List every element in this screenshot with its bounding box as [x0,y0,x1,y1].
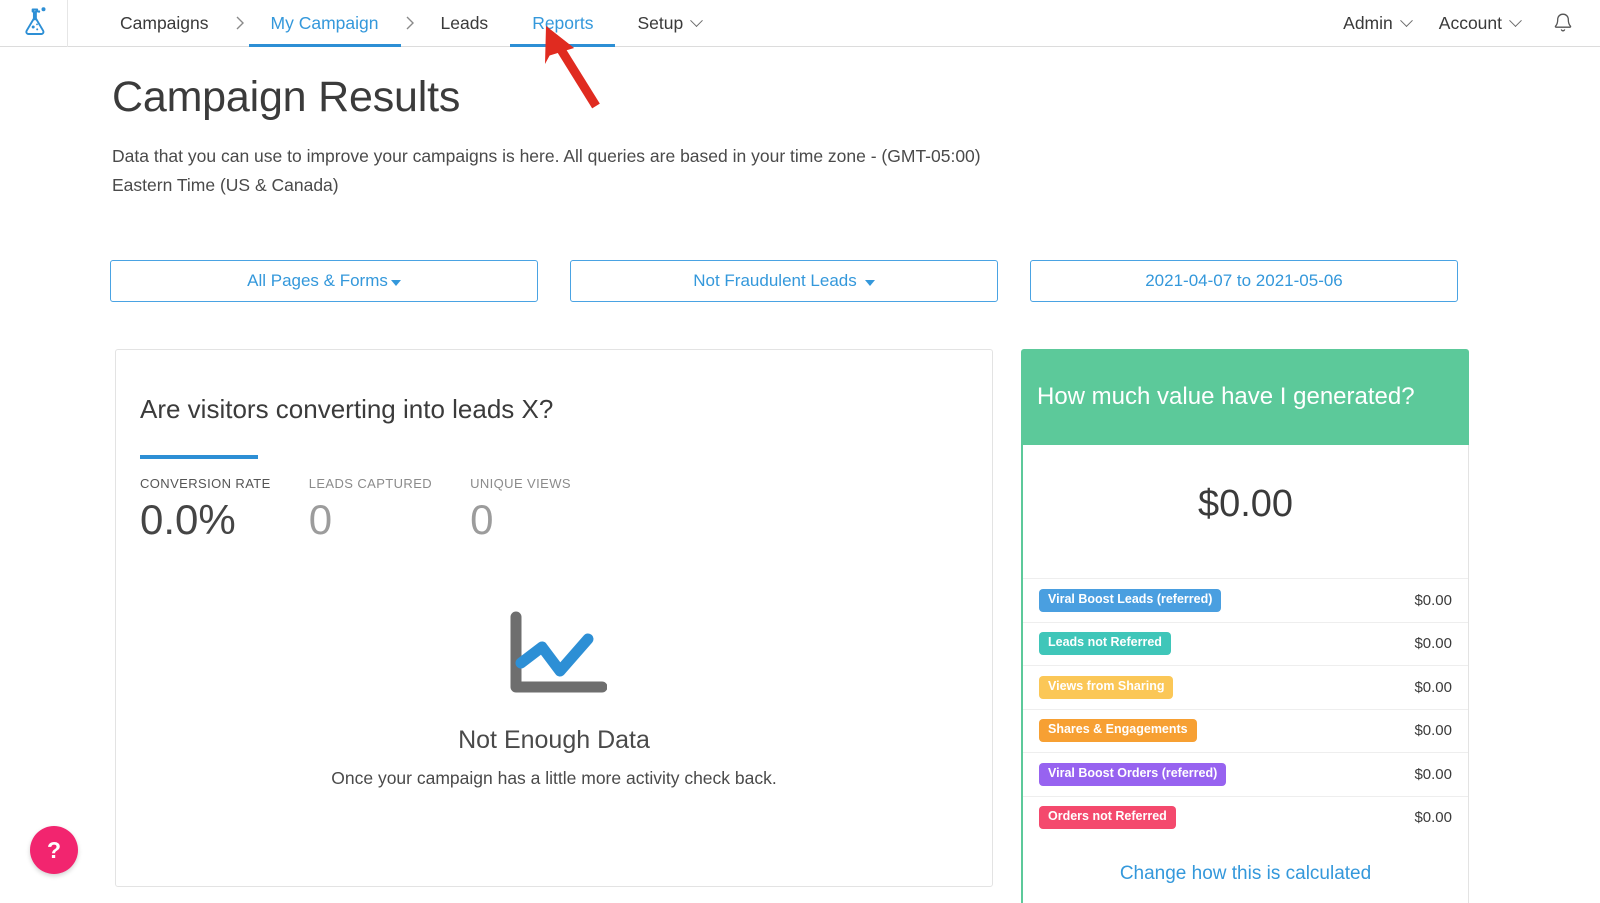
metric-value: 0 [308,496,333,543]
nav-item-label: Leads [440,12,489,33]
line-chart-icon [502,609,607,706]
nav-item-label: Reports [532,12,594,33]
beaker-flask-icon [19,5,49,42]
top-nav-right-group: Admin Account [1329,0,1600,46]
page-body: Campaign Results Data that you can use t… [0,73,1600,903]
nav-item-setup[interactable]: Setup [615,0,723,46]
page-title: Campaign Results [112,73,461,121]
nav-item-label: Campaigns [120,12,209,33]
value-row[interactable]: Leads not Referred $0.00 [1023,621,1468,666]
status-badge: Orders not Referred [1039,806,1176,830]
chevron-down-icon [1509,13,1522,27]
row-amount: $0.00 [1414,722,1452,740]
active-metric-indicator [140,455,258,459]
value-card-header: How much value have I generated? [1021,349,1469,445]
metric-label: UNIQUE VIEWS [470,476,571,491]
nav-item-label: Account [1438,12,1502,33]
metric-conversion-rate[interactable]: CONVERSION RATE 0.0% [140,476,271,547]
app-logo[interactable] [0,0,68,47]
metric-label: LEADS CAPTURED [308,476,433,491]
filter-label: Not Fraudulent Leads [693,271,857,290]
metric-label: CONVERSION RATE [140,476,271,491]
nav-item-reports[interactable]: Reports [510,0,616,47]
row-amount: $0.00 [1414,591,1452,609]
caret-down-icon [390,280,401,286]
filter-label: 2021-04-07 to 2021-05-06 [1145,271,1343,290]
notification-bell-icon[interactable] [1552,11,1574,35]
value-row[interactable]: Shares & Engagements $0.00 [1023,708,1468,753]
chevron-down-icon [690,13,704,27]
nav-item-label: My Campaign [270,12,379,33]
nav-item-admin[interactable]: Admin [1329,13,1425,34]
empty-state-title: Not Enough Data [458,726,650,754]
row-amount: $0.00 [1414,678,1452,696]
nav-item-label: Admin [1343,12,1393,33]
filter-button-row: All Pages & Forms Not Fraudulent Leads 2… [110,260,1600,302]
empty-state: Not Enough Data Once your campaign has a… [116,609,992,789]
metric-unique-views[interactable]: UNIQUE VIEWS 0 [470,476,571,547]
value-card-body: $0.00 Viral Boost Leads (referred) $0.00… [1021,445,1469,903]
value-card-title: How much value have I generated? [1037,383,1415,410]
nav-item-campaigns[interactable]: Campaigns [98,0,231,46]
conversion-card: Are visitors converting into leads X? CO… [115,349,993,887]
filter-label: All Pages & Forms [247,271,388,290]
total-value-amount: $0.00 [1197,483,1294,525]
value-generated-card: How much value have I generated? $0.00 V… [1021,349,1469,903]
page-description: Data that you can use to improve your ca… [112,146,981,195]
status-badge: Shares & Engagements [1039,719,1197,743]
help-button[interactable]: ? [30,826,78,874]
status-badge: Viral Boost Orders (referred) [1039,762,1227,786]
status-badge: Views from Sharing [1039,675,1174,699]
nav-item-label: Setup [637,12,684,33]
filter-date-range-button[interactable]: 2021-04-07 to 2021-05-06 [1030,260,1458,302]
nav-item-my-campaign[interactable]: My Campaign [248,0,401,47]
value-row[interactable]: Orders not Referred $0.00 [1023,795,1468,840]
value-row[interactable]: Views from Sharing $0.00 [1023,665,1468,709]
filter-pages-and-forms-button[interactable]: All Pages & Forms [110,260,538,302]
value-row[interactable]: Viral Boost Leads (referred) $0.00 [1023,578,1468,622]
caret-down-icon [864,280,875,286]
chevron-down-icon [1399,13,1413,27]
status-badge: Leads not Referred [1039,632,1171,656]
change-calculation-link[interactable]: Change how this is calculated [1023,839,1468,901]
breadcrumb-separator-icon [401,0,419,46]
metric-value: 0.0% [140,496,236,543]
row-amount: $0.00 [1414,765,1452,783]
empty-state-subtitle: Once your campaign has a little more act… [331,768,777,788]
row-amount: $0.00 [1414,809,1452,827]
conversion-card-title: Are visitors converting into leads X? [140,394,554,424]
dashboard-cards: Are visitors converting into leads X? CO… [115,349,1600,903]
row-amount: $0.00 [1414,635,1452,653]
breadcrumb-separator-icon [231,0,249,46]
breadcrumb: Campaigns My Campaign Leads Reports Setu… [98,0,723,47]
value-row[interactable]: Viral Boost Orders (referred) $0.00 [1023,752,1468,796]
metrics-group: CONVERSION RATE 0.0% LEADS CAPTURED 0 UN… [140,455,992,547]
metric-leads-captured[interactable]: LEADS CAPTURED 0 [309,476,432,547]
status-badge: Viral Boost Leads (referred) [1039,588,1222,612]
nav-item-leads[interactable]: Leads [419,0,511,46]
top-navigation-bar: Campaigns My Campaign Leads Reports Setu… [0,0,1600,109]
filter-fraud-status-button[interactable]: Not Fraudulent Leads [570,260,998,302]
metric-value: 0 [470,496,494,543]
question-mark-icon: ? [46,836,62,863]
nav-item-account[interactable]: Account [1425,13,1534,34]
